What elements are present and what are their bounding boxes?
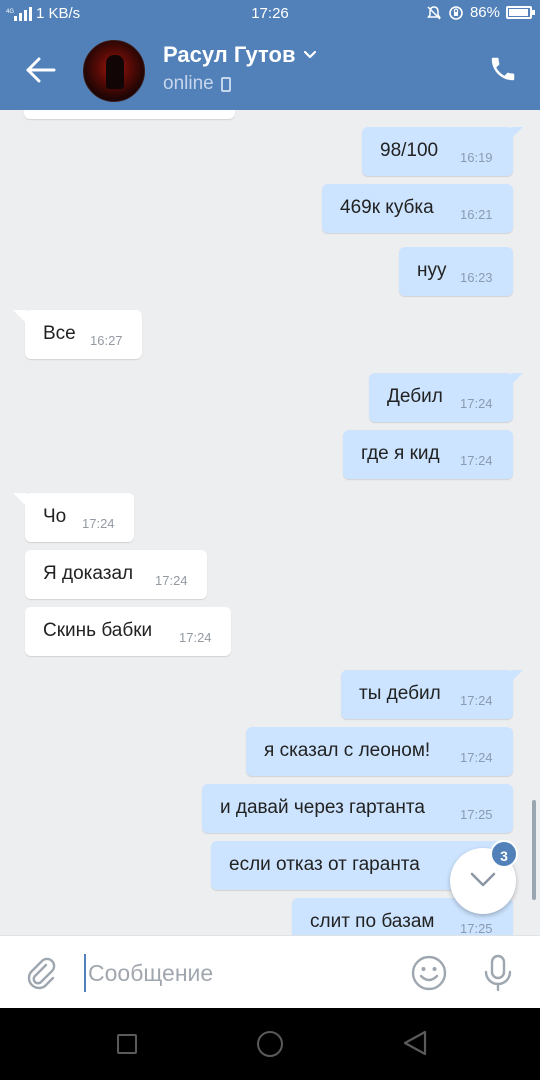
message-incoming[interactable]: Чо 17:24 — [13, 493, 134, 542]
message-text: Скинь бабки — [43, 620, 153, 641]
message-text: Чо — [43, 506, 67, 527]
unread-count-badge: 3 — [490, 840, 518, 868]
message-time: 17:24 — [460, 750, 493, 765]
system-back-icon[interactable] — [402, 1030, 428, 1056]
message-text: если отказ от гаранта — [229, 854, 420, 875]
contact-avatar[interactable] — [83, 40, 145, 102]
contact-status: online — [163, 73, 214, 94]
message-composer — [0, 935, 540, 1008]
contact-title[interactable]: Расул Гутов — [163, 42, 317, 68]
bell-muted-icon — [426, 5, 441, 20]
message-time: 17:24 — [82, 516, 115, 531]
message-incoming[interactable]: Все 16:27 — [13, 310, 142, 359]
contact-status-line: online — [163, 73, 231, 95]
message-outgoing[interactable]: я сказал с леоном! 17:24 — [246, 727, 513, 776]
chat-scrollbar[interactable] — [532, 800, 536, 900]
message-incoming[interactable]: Я доказал 17:24 — [25, 550, 207, 599]
emoji-icon[interactable] — [410, 954, 448, 992]
message-outgoing[interactable]: 469к кубка 16:21 — [322, 184, 513, 233]
system-navigation-bar — [0, 1008, 540, 1080]
message-text: Я доказал — [43, 563, 134, 584]
status-right: 86% — [426, 4, 535, 21]
message-outgoing[interactable]: где я кид 17:24 — [343, 430, 513, 479]
call-icon[interactable] — [488, 54, 518, 84]
sync-icon — [449, 5, 463, 20]
message-outgoing[interactable]: нуу 16:23 — [399, 247, 513, 296]
contact-name: Расул Гутов — [163, 42, 296, 67]
message-list[interactable]: 98/100 16:19 469к кубка 16:21 нуу 16:23 … — [0, 110, 540, 935]
message-text: 469к кубка — [340, 197, 434, 218]
message-time: 17:24 — [179, 630, 212, 645]
home-button[interactable] — [257, 1031, 283, 1057]
message-time: 17:25 — [460, 921, 493, 935]
message-text: я сказал с леоном! — [264, 740, 431, 761]
battery-percent: 86% — [469, 4, 500, 21]
message-time: 17:24 — [460, 396, 493, 411]
recent-apps-button[interactable] — [117, 1034, 137, 1054]
message-time: 17:24 — [155, 573, 188, 588]
message-time: 17:24 — [460, 693, 493, 708]
message-text: нуу — [417, 260, 447, 281]
message-incoming[interactable]: Скинь бабки 17:24 — [25, 607, 231, 656]
message-input[interactable] — [84, 954, 384, 992]
message-time: 17:24 — [460, 453, 493, 468]
chat-header: Расул Гутов online — [0, 28, 540, 110]
message-partial[interactable] — [24, 110, 235, 119]
message-text: где я кид — [361, 443, 440, 464]
message-text: слит по базам — [310, 911, 435, 932]
message-outgoing[interactable]: и давай через гартанта 17:25 — [202, 784, 513, 833]
paperclip-icon[interactable] — [24, 956, 58, 990]
message-text: Дебил — [387, 386, 443, 407]
status-bar: 4G 1 KB/s 17:26 86% — [0, 0, 540, 28]
mobile-device-icon — [220, 76, 231, 92]
message-outgoing[interactable]: Дебил 17:24 — [369, 373, 523, 422]
back-arrow-icon[interactable] — [22, 52, 58, 88]
message-text: 98/100 — [380, 140, 439, 161]
message-time: 16:21 — [460, 207, 493, 222]
battery-icon — [506, 6, 535, 19]
message-time: 16:27 — [90, 333, 123, 348]
message-text: ты дебил — [359, 683, 441, 704]
message-time: 16:23 — [460, 270, 493, 285]
message-text: и давай через гартанта — [220, 797, 425, 818]
message-time: 17:25 — [460, 807, 493, 822]
message-text: Все — [43, 323, 76, 344]
chevron-down-icon — [470, 872, 496, 887]
microphone-icon[interactable] — [482, 954, 514, 992]
message-outgoing[interactable]: 98/100 16:19 — [362, 127, 523, 176]
message-outgoing[interactable]: ты дебил 17:24 — [341, 670, 523, 719]
chevron-down-icon — [304, 50, 317, 59]
message-time: 16:19 — [460, 150, 493, 165]
